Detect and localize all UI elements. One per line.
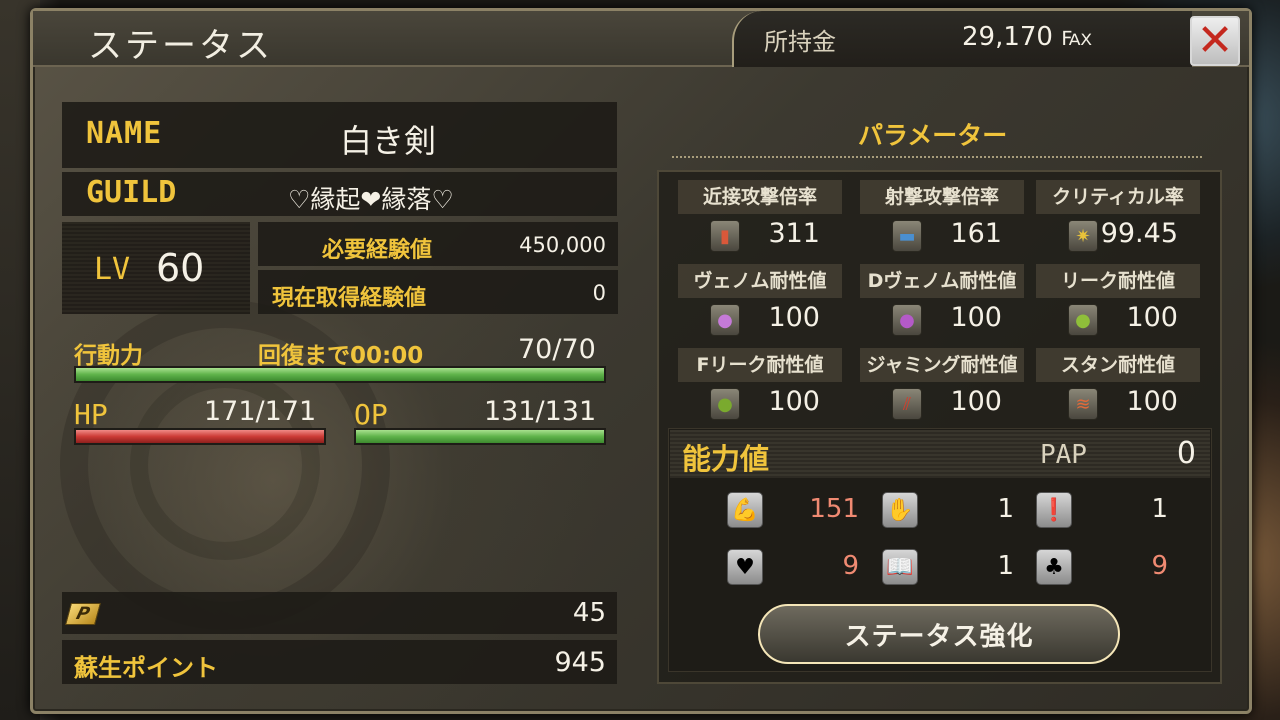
venom-shield-icon: ● <box>710 304 740 336</box>
parameter-label: スタン耐性値 <box>1036 348 1200 382</box>
parameter-label: クリティカル率 <box>1036 180 1200 214</box>
ability-value: 151 <box>809 494 859 524</box>
hp-value: 171/171 <box>204 396 317 427</box>
level-label: LV <box>94 252 131 287</box>
op-bar-fill <box>356 430 604 443</box>
exp-required-label: 必要経験値 <box>322 238 433 263</box>
money-value: 29,170 ℻ <box>962 22 1093 52</box>
parameter-label: Dヴェノム耐性値 <box>860 264 1024 298</box>
book-icon: 📖 <box>882 549 918 585</box>
op-value: 131/131 <box>484 396 597 427</box>
parameter-label: ジャミング耐性値 <box>860 348 1024 382</box>
pap-value: 0 <box>1176 436 1196 471</box>
close-x-icon: ✕ <box>1196 15 1234 66</box>
ability-value: 9 <box>1151 551 1168 581</box>
action-label: 行動力 <box>74 343 143 369</box>
hand-icon: ✋ <box>882 492 918 528</box>
parameter-value: 161 <box>950 218 1002 249</box>
p-points-icon: P <box>65 603 101 625</box>
exp-current-value: 0 <box>592 281 606 305</box>
hp-bar <box>74 428 326 445</box>
strength-arm-icon: 💪 <box>727 492 763 528</box>
parameter-value: 311 <box>768 218 820 249</box>
parameter-value: 99.45 <box>1100 218 1178 249</box>
parameter-value: 100 <box>1126 386 1178 417</box>
exp-current-label: 現在取得経験値 <box>272 286 427 311</box>
parameter-value: 100 <box>768 386 820 417</box>
ability-title: 能力値 <box>682 442 770 476</box>
money-label: 所持金 <box>764 28 836 56</box>
parameter-value: 100 <box>950 386 1002 417</box>
close-button[interactable]: ✕ <box>1190 16 1240 66</box>
action-bar-fill <box>76 368 604 381</box>
status-upgrade-button[interactable]: ステータス強化 <box>758 604 1120 664</box>
critical-burst-icon: ✷ <box>1068 220 1098 252</box>
character-name: 白き剣 <box>340 122 437 160</box>
parameter-label: ヴェノム耐性値 <box>678 264 842 298</box>
op-bar <box>354 428 606 445</box>
d-venom-shield-icon: ● <box>892 304 922 336</box>
hp-label: HP <box>74 398 108 431</box>
parameter-value: 100 <box>950 302 1002 333</box>
p-points-row <box>62 592 617 634</box>
parameter-value: 100 <box>1126 302 1178 333</box>
leak-shield-icon: ● <box>1068 304 1098 336</box>
ability-value: 1 <box>997 551 1014 581</box>
parameter-label: リーク耐性値 <box>1036 264 1200 298</box>
parameter-value: 100 <box>768 302 820 333</box>
jamming-shield-icon: ⫽ <box>892 388 922 420</box>
level-value: 60 <box>156 246 205 290</box>
action-value: 70/70 <box>518 334 596 365</box>
parameter-label: 近接攻撃倍率 <box>678 180 842 214</box>
melee-weapon-icon: ▮ <box>710 220 740 252</box>
guild-name: ♡縁起❤縁落♡ <box>288 185 454 214</box>
ability-value: 1 <box>1151 494 1168 524</box>
heart-icon: ♥ <box>727 549 763 585</box>
page-title: ステータス <box>88 26 273 66</box>
f-leak-shield-icon: ● <box>710 388 740 420</box>
action-bar <box>74 366 606 383</box>
hp-bar-fill <box>76 430 324 443</box>
stun-shield-icon: ≋ <box>1068 388 1098 420</box>
parameters-divider <box>672 156 1202 162</box>
parameter-label: Fリーク耐性値 <box>678 348 842 382</box>
op-label: OP <box>354 398 388 431</box>
action-recover-timer: 回復まで00:00 <box>258 343 424 369</box>
ability-value: 9 <box>842 551 859 581</box>
revive-points-label: 蘇生ポイント <box>74 654 218 682</box>
guild-label: GUILD <box>86 175 177 210</box>
name-label: NAME <box>86 116 163 151</box>
parameter-label: 射撃攻撃倍率 <box>860 180 1024 214</box>
gun-icon: ▬ <box>892 220 922 252</box>
revive-points-value: 945 <box>554 647 606 678</box>
mind-head-icon: ❗ <box>1036 492 1072 528</box>
clover-icon: ♣ <box>1036 549 1072 585</box>
p-points-value: 45 <box>572 598 606 628</box>
exp-required-value: 450,000 <box>519 233 606 257</box>
ability-value: 1 <box>997 494 1014 524</box>
pap-label: PAP <box>1040 440 1087 470</box>
parameters-title: パラメーター <box>858 121 1008 150</box>
